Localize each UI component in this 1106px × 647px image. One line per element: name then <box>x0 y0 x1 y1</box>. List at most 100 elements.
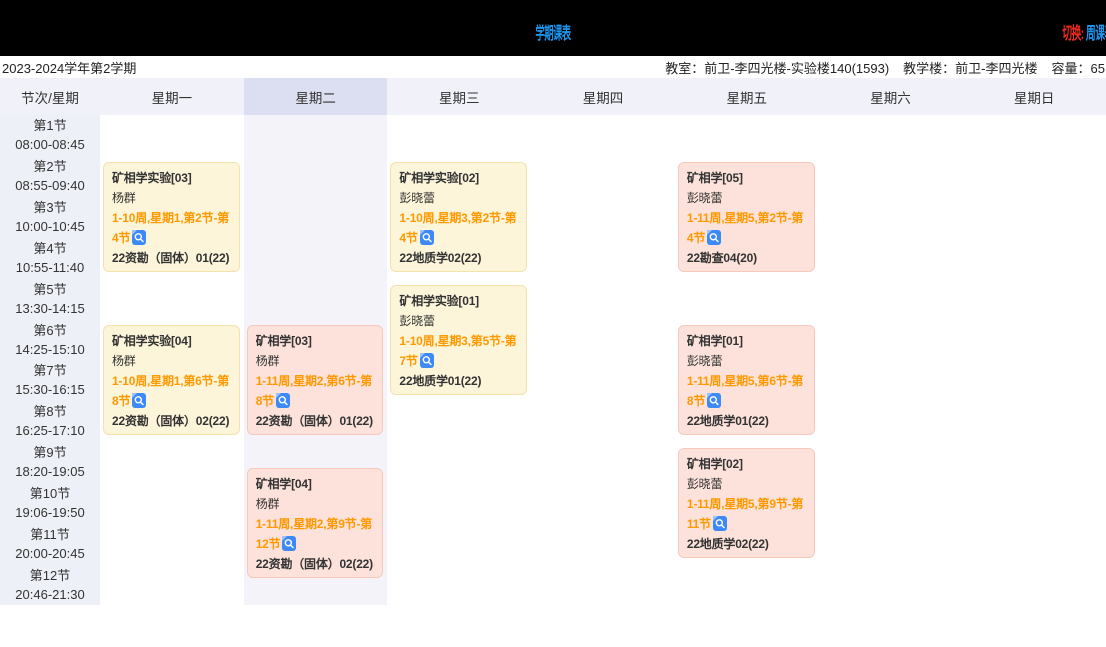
course-card[interactable]: 矿相学[03]杨群1-11周,星期2,第6节-第8节22资勘（固体）01(22) <box>247 325 384 435</box>
course-title: 矿相学[05] <box>687 168 806 188</box>
course-class: 22资勘（固体）01(22) <box>256 411 375 431</box>
magnifier-icon[interactable] <box>420 353 434 368</box>
course-title: 矿相学实验[02] <box>399 168 518 188</box>
period-time: 08:00-08:45 <box>15 135 84 154</box>
period-time: 19:06-19:50 <box>15 503 84 522</box>
semester-label: 2023-2024学年第2学期 <box>0 58 136 77</box>
course-class: 22资勘（固体）02(22) <box>112 411 231 431</box>
magnifier-icon[interactable] <box>282 536 296 551</box>
course-card[interactable]: 矿相学[01]彭晓蕾1-11周,星期5,第6节-第8节22地质学01(22) <box>678 325 815 435</box>
period-time: 14:25-15:10 <box>15 340 84 359</box>
course-class: 22地质学02(22) <box>399 248 518 268</box>
day-header-5: 星期五 <box>675 78 819 115</box>
topbar: 学期课表 切换:周课表 <box>0 0 1106 56</box>
course-teacher: 杨群 <box>112 351 231 371</box>
course-schedule: 1-11周,星期5,第9节-第11节 <box>687 494 806 534</box>
course-schedule-text: 1-11周,星期5,第6节-第8节 <box>687 374 803 408</box>
period-time: 18:20-19:05 <box>15 462 84 481</box>
period-row-11: 第11节20:00-20:45 <box>0 523 100 564</box>
day-header-3: 星期三 <box>387 78 531 115</box>
period-row-8: 第8节16:25-17:10 <box>0 401 100 442</box>
timetable-header: 节次/星期 星期一星期二星期三星期四星期五星期六星期日 <box>0 78 1106 115</box>
course-card[interactable]: 矿相学[02]彭晓蕾1-11周,星期5,第9节-第11节22地质学02(22) <box>678 448 815 558</box>
page-title: 学期课表 <box>535 19 570 44</box>
course-schedule-text: 1-10周,星期1,第2节-第4节 <box>112 211 229 245</box>
period-row-4: 第4节10:55-11:40 <box>0 237 100 278</box>
course-card[interactable]: 矿相学实验[02]彭晓蕾 1-10周,星期3,第2节-第4节 22地质学02(22) <box>390 162 527 272</box>
building-label: 教学楼： <box>903 61 955 76</box>
course-schedule-text: 1-11周,星期5,第2节-第4节 <box>687 211 803 245</box>
classroom-label: 教室： <box>665 61 704 76</box>
magnifier-icon[interactable] <box>132 230 146 245</box>
period-label: 第2节 <box>33 157 66 176</box>
course-title: 矿相学实验[01] <box>399 291 518 311</box>
course-card[interactable]: 矿相学实验[03]杨群1-10周,星期1,第2节-第4节22资勘（固体）01(2… <box>103 162 240 272</box>
course-schedule: 1-11周,星期5,第6节-第8节 <box>687 371 806 411</box>
timetable-body: 第1节08:00-08:45第2节08:55-09:40第3节10:00-10:… <box>0 115 1106 605</box>
period-label: 第3节 <box>33 198 66 217</box>
period-label: 第1节 <box>33 116 66 135</box>
magnifier-icon[interactable] <box>132 393 146 408</box>
course-schedule: 1-10周,星期3,第2节-第4节 <box>399 208 518 248</box>
course-teacher: 杨群 <box>112 188 231 208</box>
period-row-10: 第10节19:06-19:50 <box>0 482 100 523</box>
period-time: 08:55-09:40 <box>15 176 84 195</box>
period-row-9: 第9节18:20-19:05 <box>0 442 100 483</box>
course-title: 矿相学[02] <box>687 454 806 474</box>
course-title: 矿相学[03] <box>256 331 375 351</box>
period-label: 第5节 <box>33 280 66 299</box>
room-info: 教室：前卫-李四光楼-实验楼140(1593) 教学楼：前卫-李四光楼容量：65 <box>665 58 1106 77</box>
period-label: 第7节 <box>33 361 66 380</box>
day-header-2: 星期二 <box>244 78 388 115</box>
period-row-3: 第3节10:00-10:45 <box>0 197 100 238</box>
course-schedule-text: 1-10周,星期3,第5节-第7节 <box>399 334 516 368</box>
magnifier-icon[interactable] <box>707 393 721 408</box>
course-teacher: 彭晓蕾 <box>687 474 806 494</box>
course-card[interactable]: 矿相学[04]杨群1-11周,星期2,第9节-第12节22资勘（固体）02(22… <box>247 468 384 578</box>
magnifier-icon[interactable] <box>713 516 727 531</box>
building-value: 前卫-李四光楼 <box>955 61 1037 76</box>
period-time: 16:25-17:10 <box>15 421 84 440</box>
period-label: 第12节 <box>30 566 70 585</box>
course-teacher: 杨群 <box>256 494 375 514</box>
period-time: 15:30-16:15 <box>15 380 84 399</box>
course-schedule-text: 1-11周,星期2,第6节-第8节 <box>256 374 372 408</box>
course-class: 22资勘（固体）01(22) <box>112 248 231 268</box>
period-row-6: 第6节14:25-15:10 <box>0 319 100 360</box>
course-class: 22资勘（固体）02(22) <box>256 554 375 574</box>
period-label: 第6节 <box>33 321 66 340</box>
capacity-value: 65 <box>1091 61 1105 76</box>
capacity-label: 容量： <box>1052 61 1091 76</box>
course-schedule: 1-10周,星期1,第2节-第4节 <box>112 208 231 248</box>
magnifier-icon[interactable] <box>420 230 434 245</box>
course-card[interactable]: 矿相学实验[04]杨群1-10周,星期1,第6节-第8节22资勘（固体）02(2… <box>103 325 240 435</box>
day-header-7: 星期日 <box>962 78 1106 115</box>
course-card[interactable]: 矿相学实验[01]彭晓蕾1-10周,星期3,第5节-第7节22地质学01(22) <box>390 285 527 395</box>
view-switch: 切换:周课表 <box>1063 19 1106 44</box>
classroom-value: 前卫-李四光楼-实验楼140(1593) <box>704 61 889 76</box>
course-teacher: 彭晓蕾 <box>687 351 806 371</box>
course-title: 矿相学[04] <box>256 474 375 494</box>
course-teacher: 彭晓蕾 <box>399 188 518 208</box>
course-title: 矿相学[01] <box>687 331 806 351</box>
magnifier-icon[interactable] <box>276 393 290 408</box>
period-label: 第4节 <box>33 239 66 258</box>
course-card[interactable]: 矿相学[05]彭晓蕾1-11周,星期5,第2节-第4节22勘查04(20) <box>678 162 815 272</box>
period-label: 第10节 <box>30 484 70 503</box>
day-header-1: 星期一 <box>100 78 244 115</box>
day-header-4: 星期四 <box>531 78 675 115</box>
time-column: 第1节08:00-08:45第2节08:55-09:40第3节10:00-10:… <box>0 115 100 605</box>
course-schedule-text: 1-10周,星期1,第6节-第8节 <box>112 374 229 408</box>
magnifier-icon[interactable] <box>707 230 721 245</box>
period-label: 第9节 <box>33 443 66 462</box>
course-schedule: 1-10周,星期1,第6节-第8节 <box>112 371 231 411</box>
corner-header: 节次/星期 <box>0 78 100 115</box>
period-time: 20:00-20:45 <box>15 544 84 563</box>
period-row-2: 第2节08:55-09:40 <box>0 156 100 197</box>
switch-to-week-view-link[interactable]: 周课表 <box>1086 24 1106 43</box>
course-schedule-text: 1-10周,星期3,第2节-第4节 <box>399 211 516 245</box>
period-row-7: 第7节15:30-16:15 <box>0 360 100 401</box>
day-header-6: 星期六 <box>819 78 963 115</box>
period-time: 10:55-11:40 <box>16 258 84 277</box>
period-time: 13:30-14:15 <box>15 299 84 318</box>
